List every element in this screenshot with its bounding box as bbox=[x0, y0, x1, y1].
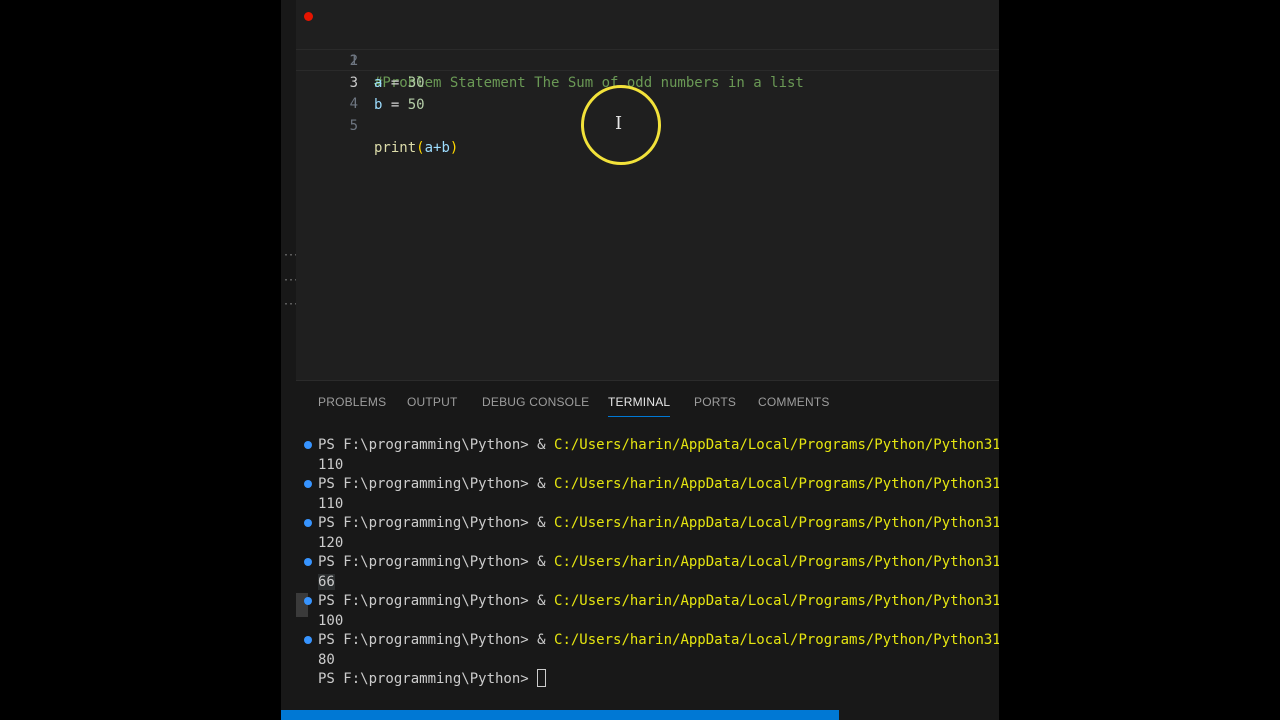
terminal-prompt: PS F:\programming\Python> bbox=[318, 437, 538, 453]
command-status-icon[interactable] bbox=[304, 558, 312, 566]
terminal-output: 66 bbox=[318, 572, 335, 592]
terminal-output: 80 bbox=[318, 652, 335, 668]
selected-output[interactable]: 66 bbox=[318, 574, 335, 590]
terminal-amp: & bbox=[537, 632, 555, 648]
terminal-amp: & bbox=[537, 593, 555, 609]
tab-terminal[interactable]: TERMINAL bbox=[608, 395, 671, 417]
code-line-1[interactable]: 1 #Problem Statement The Sum of odd numb… bbox=[296, 6, 999, 91]
activity-bar-edge: ··· ··· ··· bbox=[281, 0, 299, 720]
tab-output[interactable]: OUTPUT bbox=[407, 395, 458, 417]
line-number: 5 bbox=[349, 118, 358, 134]
terminal-command: C:/Users/harin/AppData/Local/Programs/Py… bbox=[554, 632, 999, 648]
tab-comments[interactable]: COMMENTS bbox=[758, 395, 830, 417]
bottom-panel: PROBLEMS OUTPUT DEBUG CONSOLE TERMINAL P… bbox=[296, 380, 999, 710]
code-line-2[interactable]: 2 a = 30 bbox=[296, 28, 999, 91]
terminal-command: C:/Users/harin/AppData/Local/Programs/Py… bbox=[554, 554, 999, 570]
terminal-prompt: PS F:\programming\Python> bbox=[318, 671, 538, 687]
tab-ports[interactable]: PORTS bbox=[694, 395, 736, 417]
tab-problems[interactable]: PROBLEMS bbox=[318, 395, 386, 417]
terminal-command-line: PS F:\programming\Python> & C:/Users/har… bbox=[318, 591, 999, 611]
more-icon[interactable]: ··· bbox=[283, 300, 299, 310]
terminal-amp: & bbox=[537, 515, 555, 531]
terminal-prompt: PS F:\programming\Python> bbox=[318, 593, 538, 609]
code-line-3[interactable]: 3 b = 50 bbox=[296, 49, 999, 113]
more-icon[interactable]: ··· bbox=[283, 276, 299, 286]
terminal-command-line: PS F:\programming\Python> & C:/Users/har… bbox=[318, 474, 999, 494]
command-status-icon[interactable] bbox=[304, 597, 312, 605]
terminal-prompt: PS F:\programming\Python> bbox=[318, 515, 538, 531]
command-status-icon[interactable] bbox=[304, 519, 312, 527]
breakpoint-icon[interactable] bbox=[304, 12, 313, 21]
terminal-cursor bbox=[537, 669, 547, 687]
command-status-icon[interactable] bbox=[304, 441, 312, 449]
terminal-command: C:/Users/harin/AppData/Local/Programs/Py… bbox=[554, 593, 999, 609]
terminal-prompt: PS F:\programming\Python> bbox=[318, 554, 538, 570]
terminal-active-prompt[interactable]: PS F:\programming\Python> bbox=[318, 669, 547, 689]
status-bar-right bbox=[839, 710, 999, 720]
panel-tabs: PROBLEMS OUTPUT DEBUG CONSOLE TERMINAL P… bbox=[296, 381, 999, 425]
code-line-4[interactable]: 4 bbox=[296, 71, 999, 112]
terminal-output: 100 bbox=[318, 613, 344, 629]
command-status-icon[interactable] bbox=[304, 636, 312, 644]
terminal-command-line: PS F:\programming\Python> & C:/Users/har… bbox=[318, 552, 999, 572]
terminal-amp: & bbox=[537, 554, 555, 570]
code-paren: ( bbox=[416, 140, 425, 156]
terminal-command: C:/Users/harin/AppData/Local/Programs/Py… bbox=[554, 476, 999, 492]
code-arguments: a+b bbox=[424, 140, 450, 156]
text-cursor-icon: I bbox=[615, 113, 623, 134]
terminal-amp: & bbox=[537, 476, 555, 492]
code-paren: ) bbox=[449, 140, 459, 156]
more-icon[interactable]: ··· bbox=[283, 251, 299, 261]
terminal-output: 120 bbox=[318, 535, 344, 551]
status-bar bbox=[281, 710, 999, 720]
terminal-command: C:/Users/harin/AppData/Local/Programs/Py… bbox=[554, 437, 999, 453]
tab-debug-console[interactable]: DEBUG CONSOLE bbox=[482, 395, 589, 417]
terminal-command-line: PS F:\programming\Python> & C:/Users/har… bbox=[318, 435, 999, 455]
terminal-output: 110 bbox=[318, 496, 344, 512]
command-status-icon[interactable] bbox=[304, 480, 312, 488]
code-function: print bbox=[374, 140, 417, 156]
terminal-prompt: PS F:\programming\Python> bbox=[318, 476, 538, 492]
terminal-command-line: PS F:\programming\Python> & C:/Users/har… bbox=[318, 513, 999, 533]
editor-tab-strip bbox=[296, 0, 999, 2]
terminal-prompt: PS F:\programming\Python> bbox=[318, 632, 538, 648]
terminal-command-line: PS F:\programming\Python> & C:/Users/har… bbox=[318, 630, 999, 650]
terminal-command: C:/Users/harin/AppData/Local/Programs/Py… bbox=[554, 515, 999, 531]
terminal-amp: & bbox=[537, 437, 555, 453]
terminal-output: 110 bbox=[318, 457, 344, 473]
code-editor[interactable]: 1 #Problem Statement The Sum of odd numb… bbox=[296, 0, 999, 380]
